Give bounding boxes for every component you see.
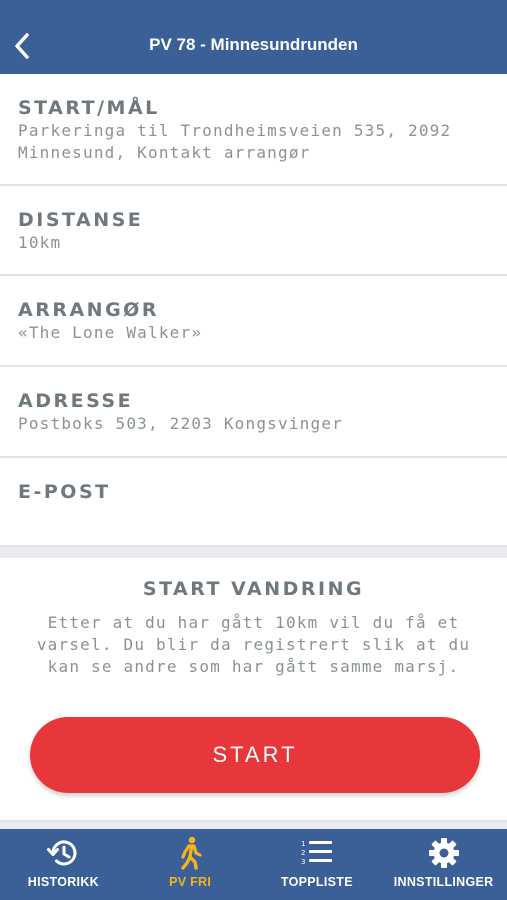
start-button[interactable]: START [30, 717, 480, 793]
detail-label: ARRANGØR [18, 299, 159, 321]
bottom-tab-bar: HISTORIKK PV FRI 1 2 3 TOPPLISTE INNSTIL… [0, 829, 507, 900]
start-walk-heading: START VANDRING [142, 578, 365, 600]
back-button[interactable] [4, 26, 40, 66]
ranked-list-icon: 1 2 3 [301, 840, 332, 866]
tab-innstillinger[interactable]: INNSTILLINGER [380, 829, 507, 900]
page-title: PV 78 - Minnesundrunden [149, 35, 358, 54]
svg-text:2: 2 [301, 849, 305, 857]
app-header: PV 78 - Minnesundrunden [0, 0, 507, 74]
gear-icon [428, 838, 459, 868]
detail-label: E-POST [18, 481, 111, 503]
chevron-left-icon [15, 33, 29, 59]
tab-label: TOPPLISTE [280, 875, 353, 889]
tab-pv-fri[interactable]: PV FRI [127, 829, 254, 900]
tab-label: PV FRI [169, 875, 212, 889]
detail-label: ADRESSE [18, 390, 134, 412]
detail-value: 10km [18, 233, 62, 252]
detail-start-finish: START/MÅL Parkeringa til Trondheimsveien… [0, 74, 507, 186]
detail-distance: DISTANSE 10km [0, 186, 507, 276]
tab-label: HISTORIKK [27, 875, 99, 889]
detail-address: ADRESSE Postboks 503, 2203 Kongsvinger [0, 367, 507, 458]
tab-label: INNSTILLINGER [393, 875, 494, 889]
detail-label: DISTANSE [18, 209, 144, 231]
start-walk-panel: START VANDRING Etter at du har gått 10km… [0, 558, 507, 822]
history-icon [47, 840, 77, 866]
start-walk-description: Etter at du har gått 10km vil du få et v… [36, 613, 471, 676]
detail-value: Parkeringa til Trondheimsveien 535, 2092… [18, 121, 452, 162]
walking-icon [181, 836, 202, 870]
detail-value: «The Lone Walker» [18, 323, 203, 342]
tab-historikk[interactable]: HISTORIKK [0, 829, 127, 900]
detail-value: Postboks 503, 2203 Kongsvinger [18, 414, 343, 433]
tab-toppliste[interactable]: 1 2 3 TOPPLISTE [254, 829, 381, 900]
svg-text:3: 3 [301, 858, 305, 866]
svg-text:1: 1 [301, 840, 305, 848]
detail-label: START/MÅL [18, 97, 160, 119]
detail-email: E-POST [0, 458, 507, 547]
details-list: START/MÅL Parkeringa til Trondheimsveien… [0, 74, 507, 547]
detail-organizer: ARRANGØR «The Lone Walker» [0, 276, 507, 367]
